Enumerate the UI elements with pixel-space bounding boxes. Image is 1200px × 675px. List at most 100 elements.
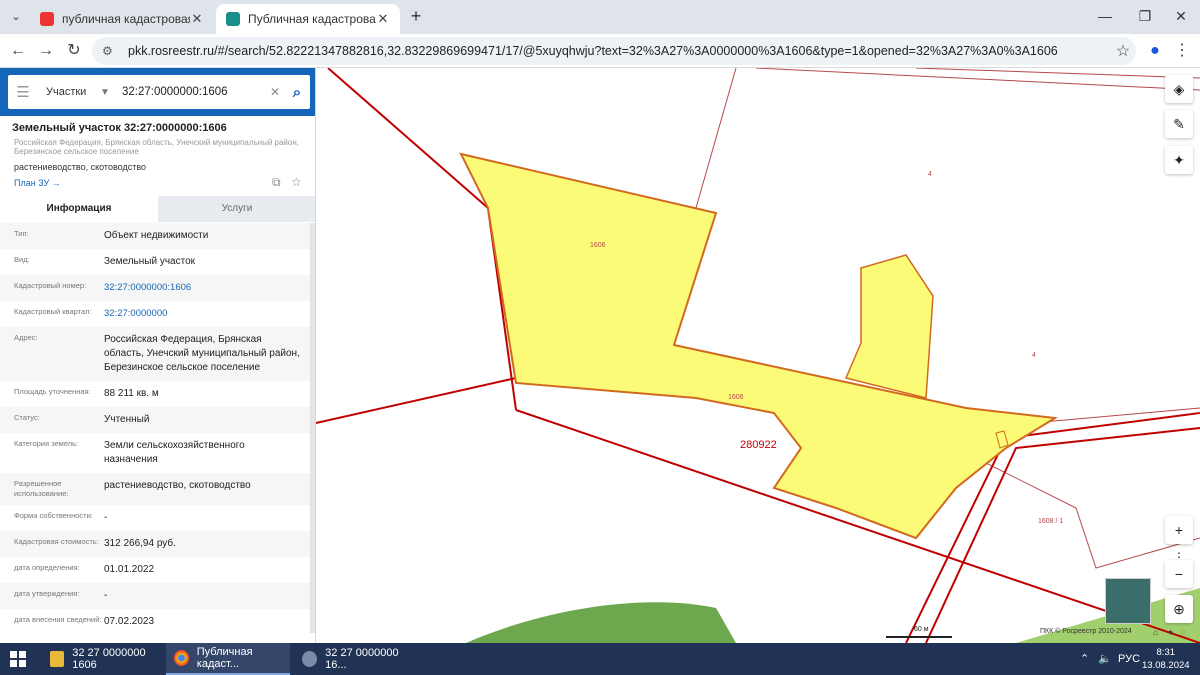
search-category-select[interactable]: Участки	[38, 86, 94, 98]
cadastral-map[interactable]: 1606 1606 280922 4 4 1608 / 1 ◈ ✎ ✦ + ⋮ …	[316, 68, 1200, 643]
folder-icon	[50, 651, 65, 667]
taskbar-chrome[interactable]: Публичная кадаст...	[166, 643, 290, 675]
browser-toolbar: ← → ↻ ⚙ pkk.rosreestr.ru/#/search/52.822…	[0, 34, 1200, 68]
attribute-row: Кадастровый квартал: 32:27:0000000	[0, 301, 310, 327]
url-text[interactable]: pkk.rosreestr.ru/#/search/52.82221347882…	[128, 44, 1110, 58]
tab-services[interactable]: Услуги	[158, 196, 315, 222]
reload-button[interactable]: ↻	[62, 39, 86, 63]
attr-value: растениеводство, скотоводство	[104, 480, 251, 491]
taskbar-label: 32 27 0000000 16...	[325, 647, 399, 671]
favorite-star-icon[interactable]: ☆	[291, 175, 302, 189]
attr-value: 07.02.2023	[104, 616, 155, 627]
attr-key: Форма собственности:	[14, 511, 93, 520]
attribute-row: Кадастровый номер: 32:27:0000000:1606	[0, 275, 310, 301]
gps-icon[interactable]: ✦	[1167, 628, 1174, 637]
attr-value: Земельный участок	[104, 256, 196, 267]
basemap-thumbnail[interactable]	[1105, 578, 1151, 624]
scale-bar	[886, 636, 952, 638]
map-canvas[interactable]: 1606 1606 280922 4 4 1608 / 1	[316, 68, 1200, 643]
zoom-in-button[interactable]: +	[1165, 516, 1193, 544]
cadastral-number-link[interactable]: 32:27:0000000:1606	[104, 281, 310, 295]
parcel-label: 4	[1032, 352, 1036, 359]
attribute-row: дата утверждения: -	[0, 583, 310, 609]
attribute-row: Форма собственности: -	[0, 505, 310, 531]
clock-date: 13.08.2024	[1142, 660, 1190, 671]
cadastral-block-link[interactable]: 32:27:0000000	[104, 307, 310, 321]
menu-kebab-icon[interactable]: ⋮	[1170, 39, 1194, 63]
system-clock[interactable]: 8:31 13.08.2024	[1142, 646, 1190, 672]
collapse-panel-icon[interactable]: ‹	[318, 86, 322, 98]
language-indicator[interactable]: РУС	[1118, 643, 1140, 675]
taskbar-viewer[interactable]: 32 27 0000000 16...	[294, 643, 418, 675]
attr-key: Адрес:	[14, 333, 38, 342]
attr-key: дата определения:	[14, 563, 80, 572]
clear-icon[interactable]: ✕	[266, 85, 284, 99]
scale-label: 60 м	[914, 626, 929, 633]
panel-scrollbar[interactable]	[310, 223, 315, 633]
browser-tab-1[interactable]: публичная кадастровая карта ✕	[30, 4, 214, 34]
attr-value: Учтенный	[104, 414, 150, 425]
back-button[interactable]: ←	[6, 39, 30, 63]
attr-key: дата внесения сведений:	[14, 615, 102, 624]
maximize-button[interactable]: ❐	[1126, 0, 1164, 34]
volume-icon[interactable]: 🔈	[1098, 643, 1112, 675]
attr-value: Российская Федерация, Брянская область, …	[104, 334, 300, 373]
ruler-icon[interactable]: ✎	[1165, 110, 1193, 138]
zoom-to-object-icon[interactable]: ⧉	[272, 175, 281, 190]
attr-value: 312 266,94 руб.	[104, 538, 176, 549]
search-bar: ☰ Участки ▼ 32:27:0000000:1606 ✕ ⌕	[0, 68, 315, 116]
attr-value: -	[104, 512, 108, 523]
tray-chevron-icon[interactable]: ⌃	[1080, 643, 1089, 675]
profile-icon[interactable]: ●	[1143, 39, 1167, 63]
chrome-icon	[174, 650, 189, 666]
close-icon[interactable]: ✕	[190, 11, 204, 27]
field-area	[466, 602, 736, 643]
taskbar: 32 27 0000000 1606 Публичная кадаст... 3…	[0, 643, 1200, 675]
attr-key: Кадастровый квартал:	[14, 307, 92, 316]
tab-search-button[interactable]: ⌄	[6, 7, 26, 27]
block-label: 280922	[740, 439, 777, 451]
windows-start-icon[interactable]	[10, 651, 26, 667]
address-bar[interactable]: ⚙ pkk.rosreestr.ru/#/search/52.822213478…	[92, 37, 1136, 65]
browser-tab-2[interactable]: Публичная кадастровая карта ✕	[216, 4, 400, 34]
home-icon[interactable]: ⌂	[1153, 628, 1158, 637]
menu-icon[interactable]: ☰	[8, 83, 38, 101]
tab-title: публичная кадастровая карта	[62, 12, 190, 26]
attr-key: Статус:	[14, 413, 40, 422]
plan-link[interactable]: План ЗУ →	[14, 178, 61, 188]
attribute-row: дата внесения сведений: 07.02.2023	[0, 609, 310, 635]
attribute-row: Тип: Объект недвижимости	[0, 223, 310, 249]
block-boundaries	[316, 68, 1200, 643]
attr-key: Категория земель:	[14, 439, 79, 448]
new-tab-button[interactable]: +	[406, 6, 426, 26]
search-input[interactable]: 32:27:0000000:1606	[116, 86, 266, 98]
attr-value: -	[104, 590, 108, 601]
close-window-button[interactable]: ✕	[1162, 0, 1200, 34]
layers-icon[interactable]: ◈	[1165, 75, 1193, 103]
selected-parcel[interactable]	[459, 152, 1059, 540]
chevron-down-icon[interactable]: ▼	[94, 87, 116, 98]
selected-parcel-part[interactable]	[844, 254, 934, 399]
attr-value: 88 211 кв. м	[104, 388, 159, 399]
forward-button[interactable]: →	[34, 39, 58, 63]
locate-icon[interactable]: ✦	[1165, 146, 1193, 174]
minimize-button[interactable]: —	[1086, 0, 1124, 34]
attribute-row: дата определения: 01.01.2022	[0, 557, 310, 583]
attribute-row: Статус: Учтенный	[0, 407, 310, 433]
bookmark-star-icon[interactable]: ☆	[1110, 41, 1136, 61]
taskbar-explorer[interactable]: 32 27 0000000 1606	[42, 643, 162, 675]
zoom-out-button[interactable]: −	[1165, 560, 1193, 588]
attribute-list: Тип: Объект недвижимости Вид: Земельный уч…	[0, 223, 310, 635]
compass-icon[interactable]: ⊕	[1165, 595, 1193, 623]
site-settings-icon[interactable]: ⚙	[102, 44, 118, 58]
parcel-label: 1606	[590, 242, 606, 249]
parcel-label: 4	[928, 171, 932, 178]
attr-value: Объект недвижимости	[104, 230, 209, 241]
attr-value: Земли сельскохозяйственного назначения	[104, 440, 245, 465]
attribute-row: Вид: Земельный участок	[0, 249, 310, 275]
search-icon[interactable]: ⌕	[284, 84, 310, 101]
satellite-icon[interactable]: ◌	[1181, 628, 1186, 637]
tab-info[interactable]: Информация	[0, 196, 158, 222]
close-icon[interactable]: ✕	[376, 11, 390, 27]
panel-tabs: Информация Услуги	[0, 196, 315, 222]
